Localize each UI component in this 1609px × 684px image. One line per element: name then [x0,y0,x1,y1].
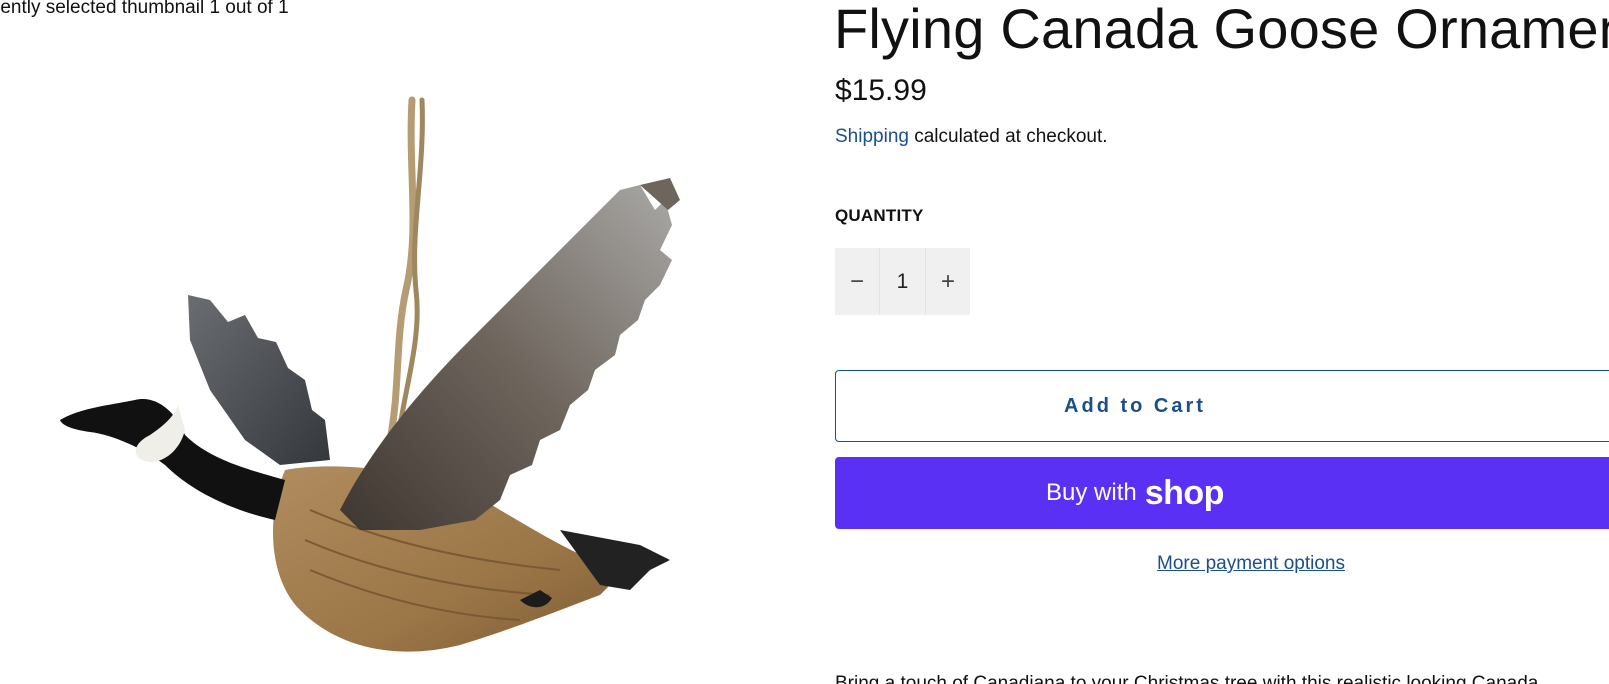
shop-logo: shop [1144,473,1225,512]
buy-with-label: Buy with [1046,479,1137,506]
quantity-label: QUANTITY [835,206,924,225]
buy-with-shop-button[interactable]: Buy with shop [835,457,1609,529]
goose-ornament-image [60,96,680,652]
quantity-stepper: − + [835,248,970,315]
product-title: Flying Canada Goose Ornament [834,0,1609,60]
shipping-note-text: calculated at checkout. [908,126,1108,147]
shipping-link[interactable]: Shipping [835,126,909,147]
product-image[interactable] [40,90,720,684]
quantity-increase-button[interactable]: + [926,248,970,315]
add-to-cart-button[interactable]: Add to Cart [835,370,1609,442]
product-page: rently selected thumbnail 1 out of 1 Fly… [0,0,1609,684]
shipping-note: Shipping calculated at checkout. [835,126,1108,148]
thumbnail-status-text: rently selected thumbnail 1 out of 1 [0,0,289,18]
quantity-decrease-button[interactable]: − [835,248,879,315]
more-payment-options-link[interactable]: More payment options [1157,553,1345,575]
product-price: $15.99 [835,74,927,107]
product-description: Bring a touch of Canadiana to your Chris… [835,673,1539,684]
quantity-input[interactable] [879,248,926,315]
